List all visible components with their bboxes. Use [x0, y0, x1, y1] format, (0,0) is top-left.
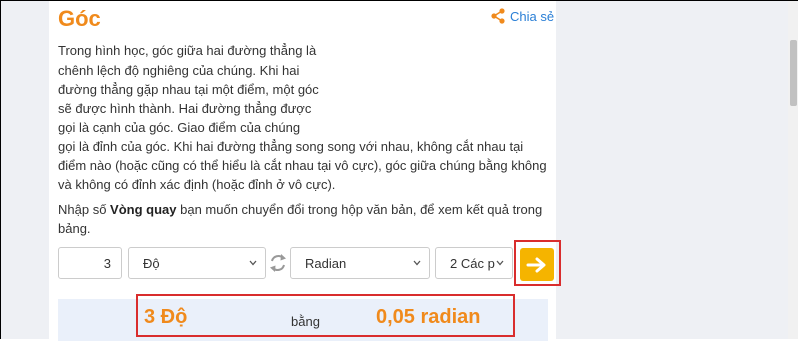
precision-value: 2 Các p	[450, 255, 495, 271]
right-background	[556, 1, 798, 339]
description-line: và không có đỉnh xác định (hoặc đỉnh ở v…	[58, 177, 336, 192]
left-background	[1, 1, 49, 339]
page-title: Góc	[58, 6, 101, 31]
precision-select[interactable]: 2 Các p	[435, 247, 513, 279]
result-highlight-box	[136, 294, 515, 337]
scrollbar-thumb[interactable]	[790, 40, 797, 106]
instruction-bold: Vòng quay	[110, 202, 177, 217]
instruction-prefix: Nhập số	[58, 202, 111, 217]
value-input[interactable]	[58, 247, 122, 279]
swap-units-icon[interactable]	[268, 252, 288, 274]
description-line: điểm nào (hoặc cũng có thể hiểu là cắt n…	[58, 158, 547, 173]
button-highlight-box	[514, 240, 561, 286]
from-unit-value: Độ	[143, 255, 160, 271]
description-line: đường thẳng gặp nhau tại một điểm, một g…	[58, 82, 319, 97]
share-icon	[490, 8, 506, 24]
instruction-text: Nhập số Vòng quay bạn muốn chuyển đổi tr…	[58, 200, 548, 238]
description-line: gọi là cạnh của góc. Giao điểm của chúng	[58, 120, 301, 135]
description-line: Trong hình học, góc giữa hai đường thẳng…	[58, 43, 317, 58]
description-line: gọi là đỉnh của góc. Khi hai đường thẳng…	[58, 139, 524, 154]
from-unit-select[interactable]: Độ	[128, 247, 266, 279]
share-label: Chia sẻ	[510, 8, 555, 24]
chevron-down-icon	[413, 260, 421, 266]
description-line: sẽ được hình thành. Hai đường thẳng được	[58, 101, 312, 116]
description-line: chênh lệch độ nghiêng của chúng. Khi hai	[58, 63, 300, 78]
chevron-down-icon	[496, 259, 504, 267]
share-button[interactable]: Chia sẻ	[490, 8, 554, 24]
to-unit-select[interactable]: Radian	[290, 247, 430, 279]
to-unit-value: Radian	[305, 255, 347, 271]
chevron-down-icon	[249, 260, 257, 266]
